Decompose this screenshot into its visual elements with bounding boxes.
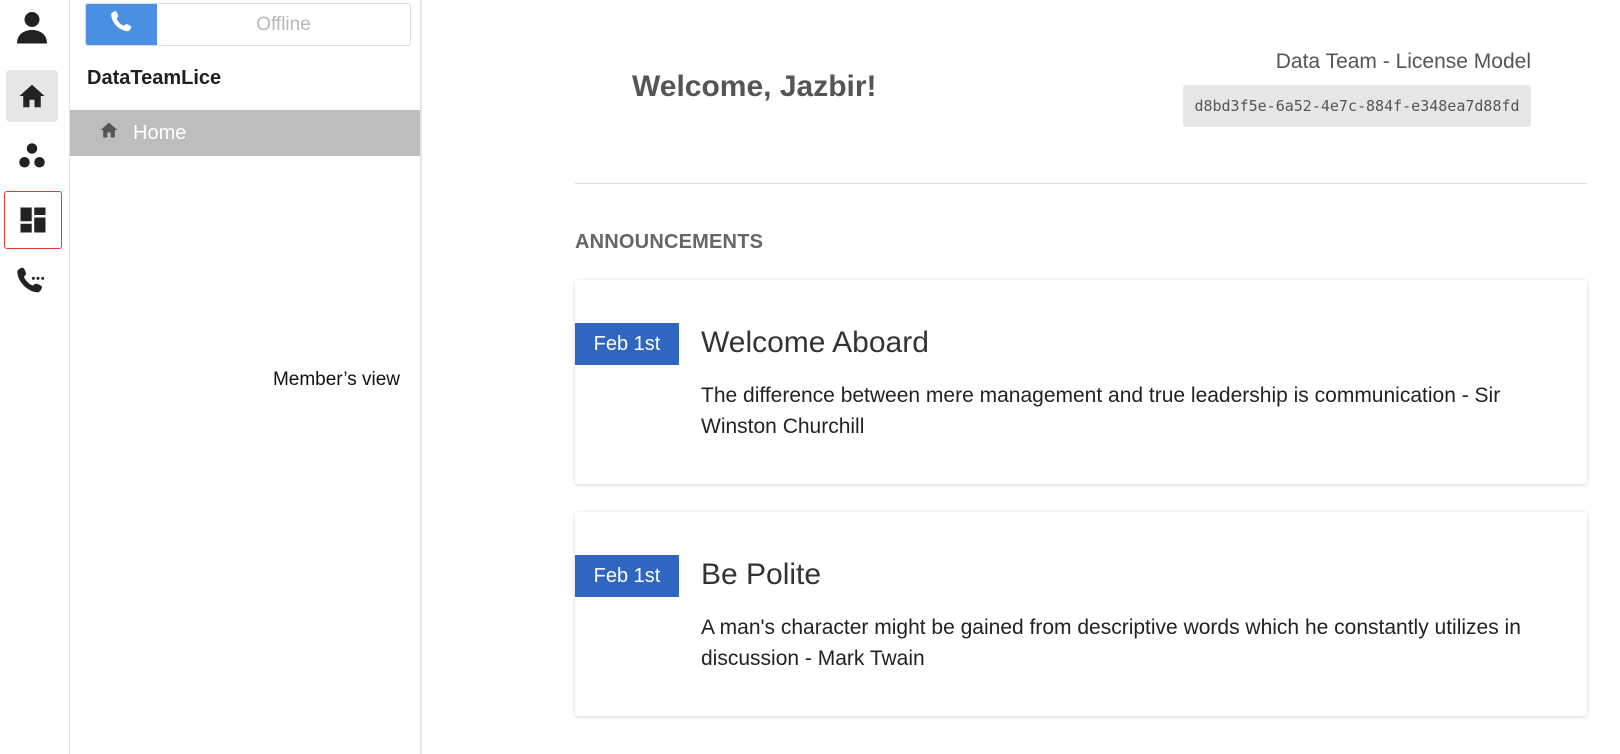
rail-home-button[interactable] — [6, 70, 58, 122]
status-toggle[interactable]: Offline — [85, 3, 411, 46]
rail-calls-button[interactable] — [6, 255, 58, 307]
announcements-heading: ANNOUNCEMENTS — [575, 231, 764, 253]
phone-icon — [109, 9, 135, 40]
announcement-body: A man's character might be gained from d… — [701, 616, 1521, 670]
rail-teams-button[interactable] — [6, 130, 58, 182]
divider — [575, 183, 1587, 184]
call-log-icon — [16, 265, 48, 297]
announcement-title: Be Polite — [701, 558, 822, 591]
org-name: DataTeamLice — [87, 67, 222, 89]
user-icon — [14, 9, 50, 45]
status-label: Offline — [256, 13, 311, 35]
phone-status-button[interactable] — [86, 4, 157, 45]
sidebar-item-home[interactable]: Home — [70, 110, 420, 156]
home-icon — [99, 120, 133, 146]
sidebar: Offline DataTeamLice Home Member’s view — [70, 0, 422, 754]
announcement-title: Welcome Aboard — [701, 326, 929, 359]
sidebar-item-label: Home — [133, 121, 187, 144]
dashboard-icon — [18, 205, 48, 235]
member-view-annotation: Member’s view — [272, 369, 400, 390]
announcement-card: Feb 1st Be Polite A man's character migh… — [575, 512, 1587, 716]
date-badge: Feb 1st — [575, 323, 679, 365]
team-name: Data Team - License Model — [1275, 50, 1531, 73]
home-icon — [17, 81, 47, 111]
rail-profile-button[interactable] — [6, 1, 58, 53]
announcement-body: The difference between mere management a… — [701, 384, 1501, 438]
announcement-card: Feb 1st Welcome Aboard The difference be… — [575, 280, 1587, 484]
team-id-badge: d8bd3f5e-6a52-4e7c-884f-e348ea7d88fd — [1183, 85, 1531, 127]
icon-rail — [0, 0, 70, 754]
rail-dashboard-button[interactable] — [4, 191, 62, 249]
teams-icon — [17, 141, 47, 171]
date-badge: Feb 1st — [575, 555, 679, 597]
welcome-heading: Welcome, Jazbir! — [632, 70, 877, 103]
